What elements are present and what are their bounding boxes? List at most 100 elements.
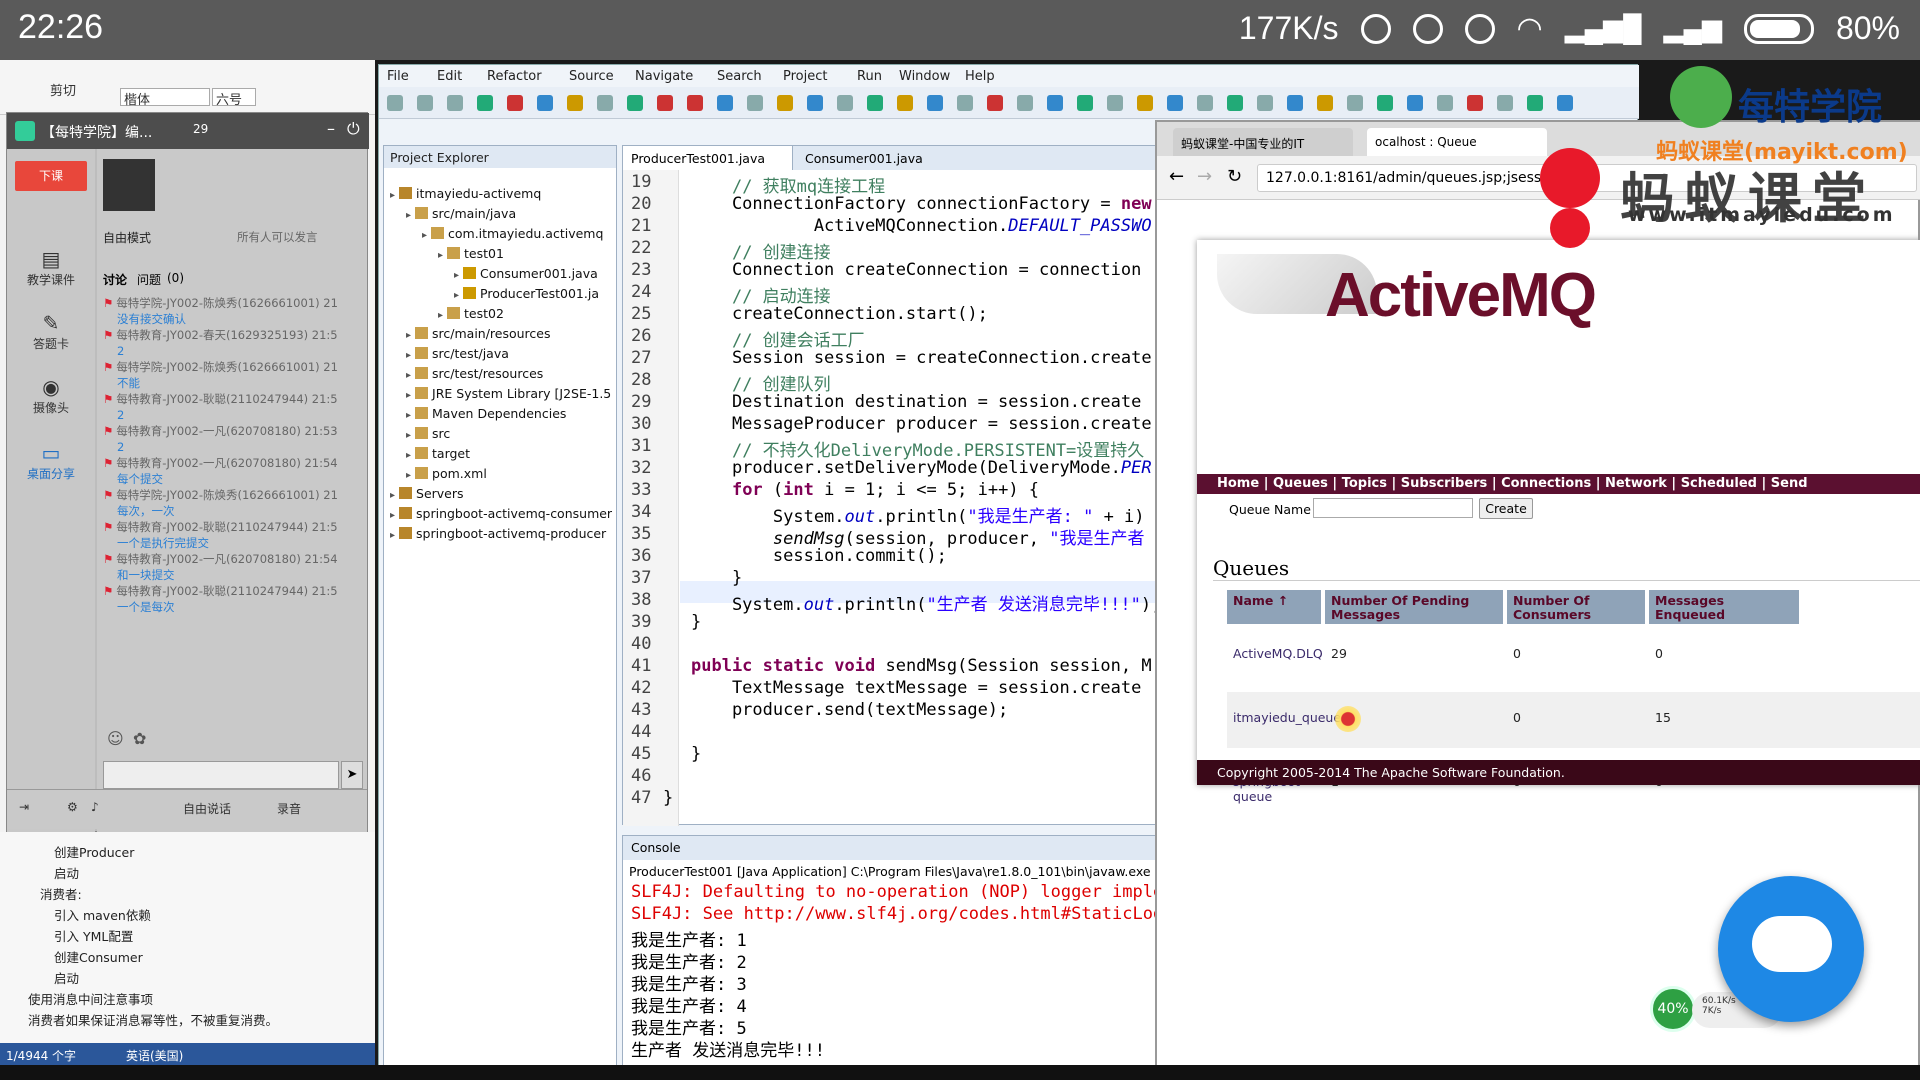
outline-item[interactable]: 启动: [54, 863, 79, 882]
outline-item[interactable]: 启动: [54, 968, 79, 987]
outline-item[interactable]: 引入 maven依赖: [54, 905, 151, 924]
toolbar-icon[interactable]: [387, 95, 403, 111]
toolbar-icon[interactable]: [1317, 95, 1333, 111]
expand-icon[interactable]: ▸: [390, 190, 395, 201]
toolbar-icon[interactable]: [657, 95, 673, 111]
tree-item[interactable]: ▸ Servers: [390, 486, 464, 501]
toolbar-icon[interactable]: [837, 95, 853, 111]
expand-icon[interactable]: ▸: [406, 430, 411, 441]
toolbar-icon[interactable]: [447, 95, 463, 111]
expand-icon[interactable]: ▸: [454, 270, 459, 281]
tree-item[interactable]: ▸ src/test/resources: [406, 366, 543, 381]
chat-button[interactable]: [1718, 876, 1864, 1022]
toolbar-icon[interactable]: [957, 95, 973, 111]
expand-icon[interactable]: ▸: [406, 470, 411, 481]
project-explorer-tab[interactable]: Project Explorer: [384, 146, 616, 168]
toolbar-icon[interactable]: [1197, 95, 1213, 111]
toolbar-icon[interactable]: [717, 95, 733, 111]
forward-icon[interactable]: →: [1197, 166, 1212, 187]
toolbar-icon[interactable]: [507, 95, 523, 111]
tab-consumer[interactable]: Consumer001.java: [797, 151, 923, 166]
tree-item[interactable]: ▸ src: [406, 426, 450, 441]
settings-icon[interactable]: ⚙: [67, 800, 78, 814]
toolbar-icon[interactable]: [687, 95, 703, 111]
toolbar-icon[interactable]: [1227, 95, 1243, 111]
tree-item[interactable]: ▸ src/main/java: [406, 206, 516, 221]
toolbar-icon[interactable]: [627, 95, 643, 111]
tree-item[interactable]: ▸ com.itmayiedu.activemq: [422, 226, 603, 241]
menu-file[interactable]: File: [387, 69, 409, 84]
toolbar-icon[interactable]: [477, 95, 493, 111]
end-class-button[interactable]: 下课: [15, 161, 87, 191]
toolbar-icon[interactable]: [1137, 95, 1153, 111]
close-icon[interactable]: ⏻: [347, 119, 360, 139]
expand-icon[interactable]: ▸: [422, 230, 427, 241]
expand-icon[interactable]: ▸: [390, 530, 395, 541]
tab-discuss[interactable]: 讨论: [103, 271, 127, 288]
expand-icon[interactable]: ▸: [438, 310, 443, 321]
table-header[interactable]: Number Of Consumers: [1507, 590, 1645, 624]
expand-icon[interactable]: ▸: [390, 510, 395, 521]
menu-search[interactable]: Search: [717, 69, 762, 84]
expand-icon[interactable]: ▸: [406, 370, 411, 381]
expand-icon[interactable]: ▸: [406, 210, 411, 221]
courseware-button[interactable]: ▤ 教学课件: [15, 247, 87, 288]
toolbar-icon[interactable]: [987, 95, 1003, 111]
toolbar-icon[interactable]: [1017, 95, 1033, 111]
tree-item[interactable]: ▸ JRE System Library [J2SE-1.5: [406, 386, 611, 401]
nav-links[interactable]: Home | Queues | Topics | Subscribers | C…: [1217, 476, 1808, 491]
outline-item[interactable]: 创建Consumer: [54, 947, 143, 966]
expand-icon[interactable]: ▸: [390, 490, 395, 501]
toolbar-icon[interactable]: [537, 95, 553, 111]
tree-item[interactable]: ▸ Consumer001.java: [454, 266, 598, 281]
tree-item[interactable]: ▸ itmayiedu-activemq: [390, 186, 541, 201]
tab-producer[interactable]: ProducerTest001.java: [623, 146, 793, 170]
menu-source[interactable]: Source: [569, 69, 614, 84]
font-size-select[interactable]: 六号: [212, 88, 256, 108]
toolbar-icon[interactable]: [777, 95, 793, 111]
back-icon[interactable]: ←: [1169, 166, 1184, 187]
queue-name-input[interactable]: [1313, 498, 1473, 518]
exit-icon[interactable]: ⇥: [19, 800, 29, 814]
screen-share-button[interactable]: ▭ 桌面分享: [15, 441, 87, 482]
toolbar-icon[interactable]: [927, 95, 943, 111]
toolbar-icon[interactable]: [1347, 95, 1363, 111]
reload-icon[interactable]: ↻: [1227, 166, 1242, 187]
toolbar-icon[interactable]: [897, 95, 913, 111]
table-header[interactable]: Name ↑: [1227, 590, 1321, 624]
menu-window[interactable]: Window: [899, 69, 950, 84]
toolbar-icon[interactable]: [1287, 95, 1303, 111]
menu-refactor[interactable]: Refactor: [487, 69, 542, 84]
send-icon[interactable]: ➤: [341, 761, 363, 789]
toolbar-icon[interactable]: [1257, 95, 1273, 111]
expand-icon[interactable]: ▸: [438, 250, 443, 261]
expand-icon[interactable]: ▸: [406, 450, 411, 461]
tree-item[interactable]: ▸ ProducerTest001.ja: [454, 286, 599, 301]
expand-icon[interactable]: ▸: [454, 290, 459, 301]
outline-item[interactable]: 使用消息中间注意事项: [28, 989, 153, 1008]
answer-card-button[interactable]: ✎ 答题卡: [15, 311, 87, 352]
toolbar-icon[interactable]: [1047, 95, 1063, 111]
table-cell[interactable]: ActiveMQ.DLQ: [1233, 646, 1323, 661]
menu-navigate[interactable]: Navigate: [635, 69, 693, 84]
toolbar-icon[interactable]: [597, 95, 613, 111]
tree-item[interactable]: ▸ Maven Dependencies: [406, 406, 566, 421]
toolbar-icon[interactable]: [1077, 95, 1093, 111]
tree-item[interactable]: ▸ springboot-activemq-consumer: [390, 506, 612, 521]
minimize-icon[interactable]: –: [327, 119, 335, 138]
toolbar-icon[interactable]: [807, 95, 823, 111]
menu-project[interactable]: Project: [783, 69, 827, 84]
browser-tab-mayikt[interactable]: 蚂蚁课堂-中国专业的IT: [1173, 128, 1353, 156]
tree-item[interactable]: ▸ target: [406, 446, 470, 461]
toolbar-icon[interactable]: [1467, 95, 1483, 111]
tab-question[interactable]: 问题: [137, 271, 161, 288]
toolbar-icon[interactable]: [867, 95, 883, 111]
outline-item[interactable]: 消费者如果保证消息幂等性，不被重复消费。: [28, 1010, 278, 1029]
tree-item[interactable]: ▸ pom.xml: [406, 466, 487, 481]
camera-button[interactable]: ◉ 摄像头: [15, 375, 87, 416]
emoji-icon[interactable]: ☺: [107, 729, 124, 748]
expand-icon[interactable]: ▸: [406, 410, 411, 421]
menu-help[interactable]: Help: [965, 69, 995, 84]
toolbar-icon[interactable]: [1407, 95, 1423, 111]
table-header[interactable]: Messages Enqueued: [1649, 590, 1799, 624]
